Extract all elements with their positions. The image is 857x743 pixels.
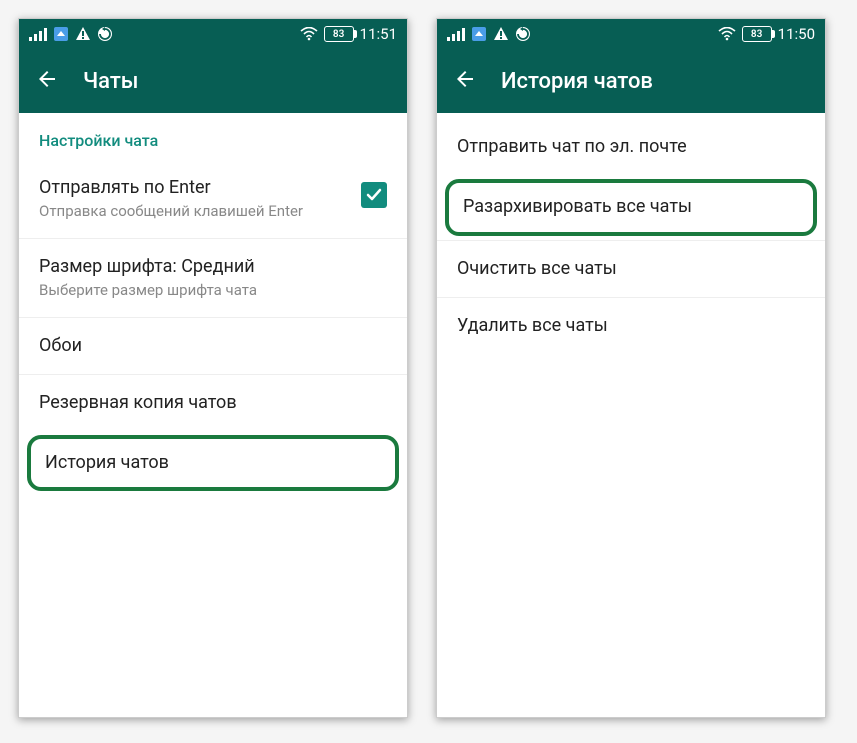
warning-icon [75,26,91,42]
warning-icon [493,26,509,42]
battery-level: 83 [751,29,762,40]
row-font-size[interactable]: Размер шрифта: Средний Выберите размер ш… [19,239,407,318]
row-title: Разархивировать все чаты [463,195,799,219]
row-title: Удалить все чаты [457,314,805,338]
row-send-on-enter[interactable]: Отправлять по Enter Отправка сообщений к… [19,160,407,239]
app-bar: История чатов [437,49,825,113]
back-icon[interactable] [453,67,477,95]
status-bar: 83 11:51 [19,19,407,49]
app-indicator-icon [53,26,69,42]
clock-text: 11:50 [778,25,815,43]
wifi-icon [300,27,318,41]
row-title: История чатов [45,451,381,475]
section-header: Настройки чата [19,113,407,160]
sync-icon [515,26,531,42]
row-title: Размер шрифта: Средний [39,255,387,279]
signal-icon [29,27,47,41]
phone-right: 83 11:50 История чатов Отправить чат по … [436,18,826,718]
row-subtitle: Отправка сообщений клавишей Enter [39,202,349,222]
battery-icon: 83 [742,26,772,42]
row-title: Очистить все чаты [457,257,805,281]
sync-icon [97,26,113,42]
row-unarchive-all[interactable]: Разархивировать все чаты [445,179,817,235]
history-list: Отправить чат по эл. почте Разархивирова… [437,113,825,717]
row-chat-history[interactable]: История чатов [27,435,399,491]
row-title: Отправить чат по эл. почте [457,135,805,159]
app-bar: Чаты [19,49,407,113]
row-delete-all[interactable]: Удалить все чаты [437,298,825,354]
phone-left: 83 11:51 Чаты Настройки чата Отправлять … [18,18,408,718]
row-wallpaper[interactable]: Обои [19,318,407,375]
settings-list: Настройки чата Отправлять по Enter Отпра… [19,113,407,717]
wifi-icon [718,27,736,41]
row-chat-backup[interactable]: Резервная копия чатов [19,375,407,431]
back-icon[interactable] [35,67,59,95]
clock-text: 11:51 [360,25,397,43]
checkbox-checked-icon[interactable] [361,182,387,208]
signal-icon [447,27,465,41]
page-title: Чаты [83,69,139,94]
row-clear-all[interactable]: Очистить все чаты [437,240,825,298]
row-title: Резервная копия чатов [39,391,387,415]
battery-level: 83 [333,29,344,40]
row-subtitle: Выберите размер шрифта чата [39,281,387,301]
battery-icon: 83 [324,26,354,42]
row-email-chat[interactable]: Отправить чат по эл. почте [437,113,825,175]
status-bar: 83 11:50 [437,19,825,49]
row-title: Обои [39,334,387,358]
page-title: История чатов [501,69,653,94]
row-title: Отправлять по Enter [39,176,349,200]
app-indicator-icon [471,26,487,42]
